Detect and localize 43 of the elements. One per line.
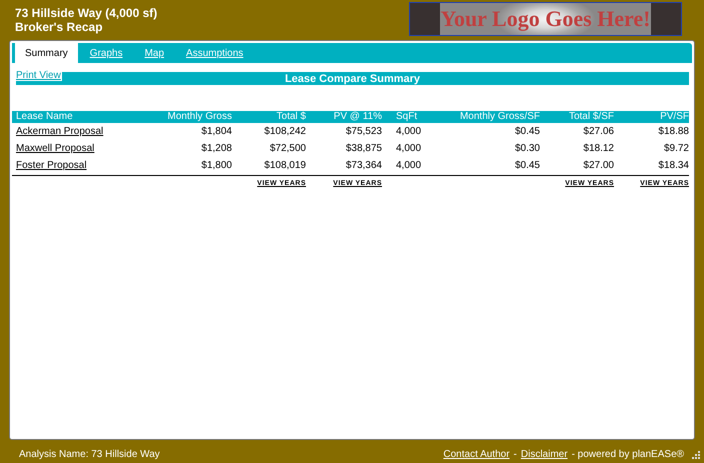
table-cell-text: $18.88 — [657, 125, 689, 139]
table-cell-text: $9.72 — [662, 142, 689, 156]
table-cell-text: $0.45 — [514, 159, 540, 173]
proposal-link[interactable]: Ackerman Proposal — [16, 124, 104, 140]
column-header: Total $/SF — [568, 111, 614, 123]
resize-grip-icon[interactable] — [692, 450, 700, 458]
table-cell-text: $72,500 — [268, 142, 306, 156]
column-header: PV @ 11% — [332, 111, 382, 123]
table-cell-text: $27.00 — [582, 159, 614, 173]
logo-text: Your Logo Goes Here! — [440, 6, 650, 32]
section-title: Lease Compare Summary — [284, 72, 420, 84]
proposal-link[interactable]: Foster Proposal — [16, 158, 87, 174]
table-cell-text: $38,875 — [344, 142, 382, 156]
table-cell-text: $73,364 — [344, 159, 382, 173]
table-cell-text: $108,019 — [263, 159, 306, 173]
table-cell-text: $0.30 — [514, 142, 540, 156]
column-header: Lease Name — [15, 111, 74, 123]
column-header: Total $ — [276, 111, 306, 123]
footer-text: - — [514, 449, 517, 460]
table-cell-text: 4,000 — [395, 142, 422, 156]
table-cell-text: $0.45 — [514, 125, 540, 139]
footer-link[interactable]: Disclaimer — [520, 449, 568, 460]
column-header: SqFt — [395, 111, 418, 123]
column-header: Monthly Gross — [166, 111, 232, 123]
footer-link[interactable]: Contact Author — [443, 449, 510, 460]
proposal-link[interactable]: Maxwell Proposal — [16, 141, 94, 157]
table-cell-text: $1,804 — [200, 125, 232, 139]
table-cell-text: $75,523 — [344, 125, 382, 139]
table-cell-text: $1,800 — [200, 159, 232, 173]
table-cell-text: $1,208 — [200, 142, 232, 156]
tab[interactable]: Summary — [15, 43, 78, 63]
table-cell-text: $18.12 — [582, 142, 614, 156]
property-title: 73 Hillside Way (4,000 sf) — [15, 6, 158, 20]
table-cell-text: $18.34 — [657, 159, 689, 173]
table-cell-text: 4,000 — [395, 159, 422, 173]
footer-text: - powered by planEASe® — [572, 449, 684, 460]
column-header: PV/SF — [659, 111, 689, 123]
column-header: Monthly Gross/SF — [458, 111, 540, 123]
table-cell-text: 4,000 — [395, 125, 422, 139]
table-cell-text: $27.06 — [582, 125, 614, 139]
analysis-name: Analysis Name: 73 Hillside Way — [19, 449, 160, 460]
page-subtitle: Broker's Recap — [15, 20, 104, 34]
table-cell-text: $108,242 — [263, 125, 306, 139]
